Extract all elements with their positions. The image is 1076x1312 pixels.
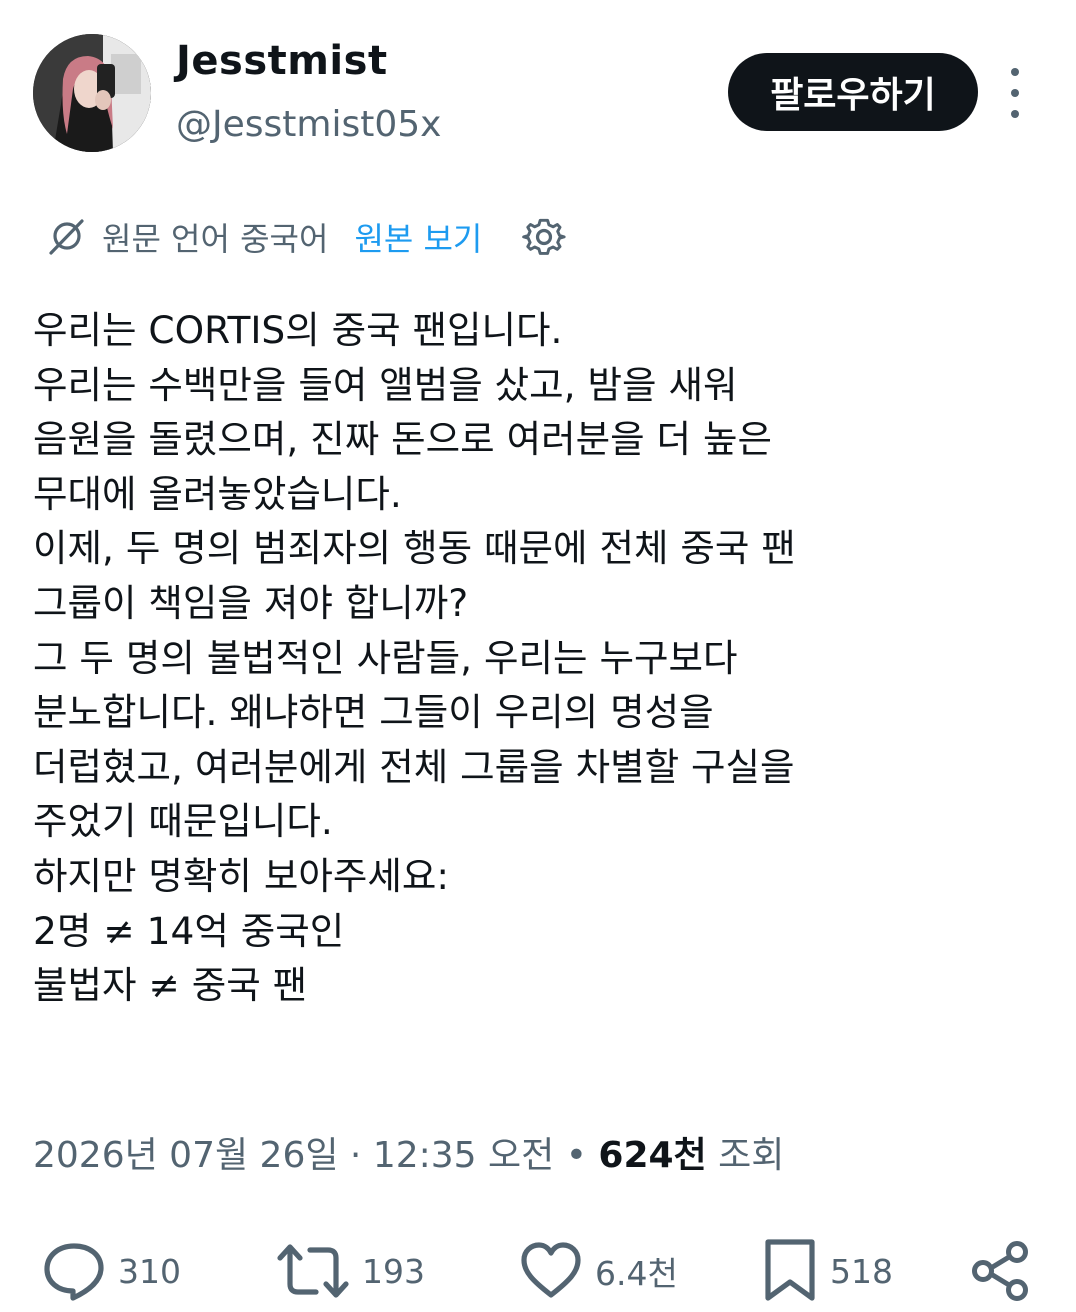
display-name[interactable]: Jesstmist — [176, 38, 388, 84]
tweet-line: 이제, 두 명의 범죄자의 행동 때문에 전체 중국 팬 — [33, 526, 796, 571]
avatar[interactable] — [33, 34, 151, 152]
show-original-link[interactable]: 원본 보기 — [354, 214, 482, 260]
reply-count: 310 — [118, 1251, 181, 1291]
reply-icon — [44, 1243, 104, 1301]
tweet-text: 우리는 CORTIS의 중국 팬입니다. 우리는 수백만을 들여 앨범을 샀고,… — [33, 303, 1043, 1013]
heart-icon — [521, 1242, 581, 1298]
repost-button[interactable]: 193 — [276, 1236, 425, 1306]
user-handle[interactable]: @Jesstmist05x — [176, 104, 441, 145]
tweet-line: 우리는 CORTIS의 중국 팬입니다. — [33, 308, 563, 352]
bookmark-count: 518 — [830, 1251, 893, 1291]
bookmark-icon — [765, 1239, 815, 1301]
tweet-meta: 2026년 07월 26일 · 12:35 오전 • 624천 조회 — [33, 1126, 784, 1178]
tweet-line: 그 두 명의 불법적인 사람들, 우리는 누구보다 — [33, 635, 738, 680]
more-dot — [1011, 110, 1019, 118]
like-count: 6.4천 — [595, 1254, 678, 1293]
tweet-header: Jesstmist @Jesstmist05x 팔로우하기 — [0, 0, 1076, 170]
translation-bar: 원문 언어 중국어 원본 보기 — [46, 212, 566, 262]
tweet-line: 음원을 돌렸으며, 진짜 돈으로 여러분을 더 높은 — [33, 417, 772, 462]
follow-button[interactable]: 팔로우하기 — [728, 53, 978, 131]
tweet-line: 2명 ≠ 14억 중국인 — [33, 908, 345, 953]
share-icon — [972, 1241, 1028, 1301]
repost-count: 193 — [362, 1251, 425, 1291]
bookmark-button[interactable]: 518 — [762, 1236, 893, 1306]
tweet-line: 분노합니다. 왜냐하면 그들이 우리의 명성을 — [33, 690, 714, 735]
more-dot — [1011, 89, 1019, 97]
meta-dot: • — [554, 1135, 599, 1176]
views-count: 624천 — [598, 1135, 707, 1176]
tweet-line: 그룹이 책임을 져야 합니까? — [33, 580, 469, 625]
views-label: 조회 — [706, 1135, 785, 1176]
like-button[interactable]: 6.4천 — [519, 1236, 678, 1306]
tweet-line: 주었기 때문입니다. — [33, 799, 333, 844]
action-bar: 310 193 6.4천 518 — [0, 1236, 1076, 1306]
gear-icon[interactable] — [522, 215, 566, 259]
tweet-line: 더럽혔고, 여러분에게 전체 그룹을 차별할 구실을 — [33, 744, 795, 789]
more-dot — [1011, 68, 1019, 76]
translate-icon — [49, 219, 84, 255]
tweet-line: 하지만 명확히 보아주세요: — [33, 853, 449, 898]
original-language-label: 원문 언어 중국어 — [102, 220, 329, 258]
tweet-line: 불법자 ≠ 중국 팬 — [33, 963, 308, 1008]
repost-icon — [277, 1244, 349, 1298]
tweet-line: 무대에 올려놓았습니다. — [33, 471, 402, 516]
reply-button[interactable]: 310 — [42, 1236, 181, 1306]
more-options-icon[interactable] — [1000, 68, 1030, 118]
meta-separator: · — [338, 1135, 373, 1176]
post-date: 2026년 07월 26일 — [33, 1135, 339, 1176]
share-button[interactable] — [970, 1236, 1032, 1306]
post-time[interactable]: 12:35 오전 — [373, 1135, 554, 1176]
tweet-line: 우리는 수백만을 들여 앨범을 샀고, 밤을 새워 — [33, 362, 738, 407]
avatar-photo-icon — [33, 34, 151, 152]
